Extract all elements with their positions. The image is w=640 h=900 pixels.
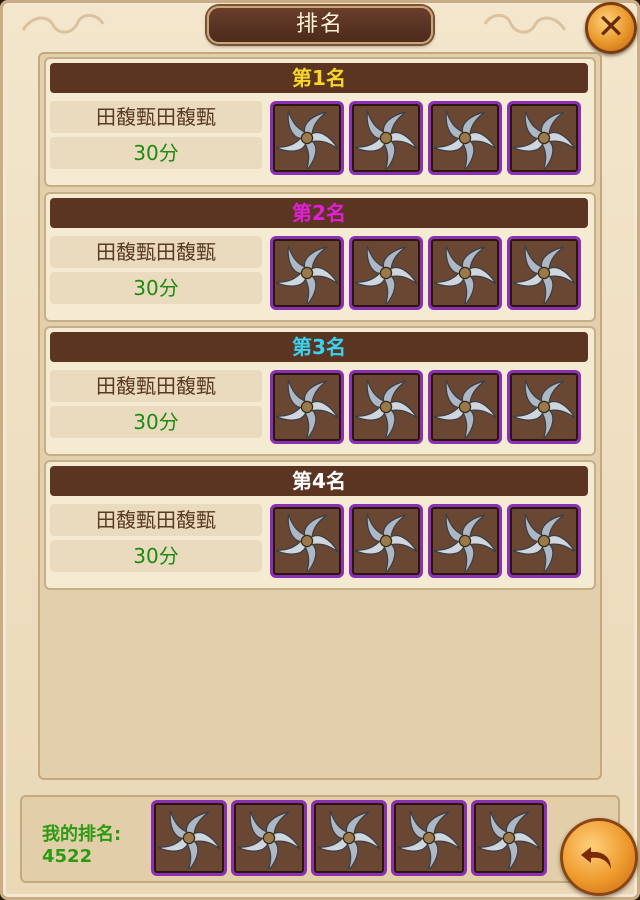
shuriken-icon [513, 245, 575, 304]
shuriken-icon [478, 810, 540, 869]
rank-label: 第2名 [50, 198, 588, 228]
shuriken-icon [355, 379, 417, 438]
reward-slot[interactable] [270, 370, 344, 444]
close-button[interactable]: ✕ [585, 2, 637, 54]
shuriken-icon [318, 810, 380, 869]
dialog-title: 排名 [207, 6, 433, 44]
reward-slot[interactable] [507, 236, 581, 310]
shuriken-icon [398, 810, 460, 869]
reward-slot[interactable] [349, 370, 423, 444]
shuriken-icon [158, 810, 220, 869]
my-rank-value: 4522 [42, 846, 93, 867]
rank-card-2: 第2名 田馥甄田馥甄 30分 [44, 192, 596, 322]
player-name: 田馥甄田馥甄 [50, 504, 262, 536]
reward-slot[interactable] [349, 236, 423, 310]
reward-slot[interactable] [270, 236, 344, 310]
reward-slot[interactable] [349, 101, 423, 175]
my-rank-label: 我的排名: [42, 824, 122, 845]
reward-slot[interactable] [507, 504, 581, 578]
player-score: 30分 [50, 540, 262, 572]
player-name: 田馥甄田馥甄 [50, 101, 262, 133]
shuriken-icon [434, 110, 496, 169]
shuriken-icon [434, 513, 496, 572]
player-score: 30分 [50, 272, 262, 304]
shuriken-icon [355, 513, 417, 572]
player-name: 田馥甄田馥甄 [50, 236, 262, 268]
shuriken-icon [513, 513, 575, 572]
shuriken-icon [355, 110, 417, 169]
rank-card-4: 第4名 田馥甄田馥甄 30分 [44, 460, 596, 590]
shuriken-icon [355, 245, 417, 304]
rank-label: 第4名 [50, 466, 588, 496]
player-score: 30分 [50, 137, 262, 169]
ornament-swirl-left [21, 14, 105, 34]
rank-card-3: 第3名 田馥甄田馥甄 30分 [44, 326, 596, 456]
shuriken-icon [434, 379, 496, 438]
reward-slot[interactable] [507, 370, 581, 444]
ranking-dialog: 排名 ✕ 第1名 田馥甄田馥甄 30分 第2名 田馥甄田馥甄 30分 第3名 田… [0, 0, 640, 900]
shuriken-icon [513, 379, 575, 438]
my-reward-slot[interactable] [471, 800, 547, 876]
shuriken-icon [238, 810, 300, 869]
rank-label: 第3名 [50, 332, 588, 362]
my-reward-slot[interactable] [391, 800, 467, 876]
shuriken-icon [276, 513, 338, 572]
rank-label: 第1名 [50, 63, 588, 93]
reward-slot[interactable] [507, 101, 581, 175]
reward-slot[interactable] [349, 504, 423, 578]
my-reward-slot[interactable] [311, 800, 387, 876]
back-button[interactable] [560, 818, 638, 896]
close-icon: ✕ [596, 7, 626, 47]
shuriken-icon [513, 110, 575, 169]
reward-slot[interactable] [428, 236, 502, 310]
player-name: 田馥甄田馥甄 [50, 370, 262, 402]
shuriken-icon [276, 110, 338, 169]
ornament-swirl-right [483, 14, 567, 34]
my-reward-slot[interactable] [151, 800, 227, 876]
shuriken-icon [276, 245, 338, 304]
reward-slot[interactable] [428, 504, 502, 578]
shuriken-icon [434, 245, 496, 304]
reward-slot[interactable] [270, 504, 344, 578]
shuriken-icon [276, 379, 338, 438]
rank-card-1: 第1名 田馥甄田馥甄 30分 [44, 57, 596, 187]
reward-slot[interactable] [270, 101, 344, 175]
reward-slot[interactable] [428, 370, 502, 444]
return-arrow-icon [581, 847, 611, 869]
reward-slot[interactable] [428, 101, 502, 175]
my-reward-slot[interactable] [231, 800, 307, 876]
player-score: 30分 [50, 406, 262, 438]
